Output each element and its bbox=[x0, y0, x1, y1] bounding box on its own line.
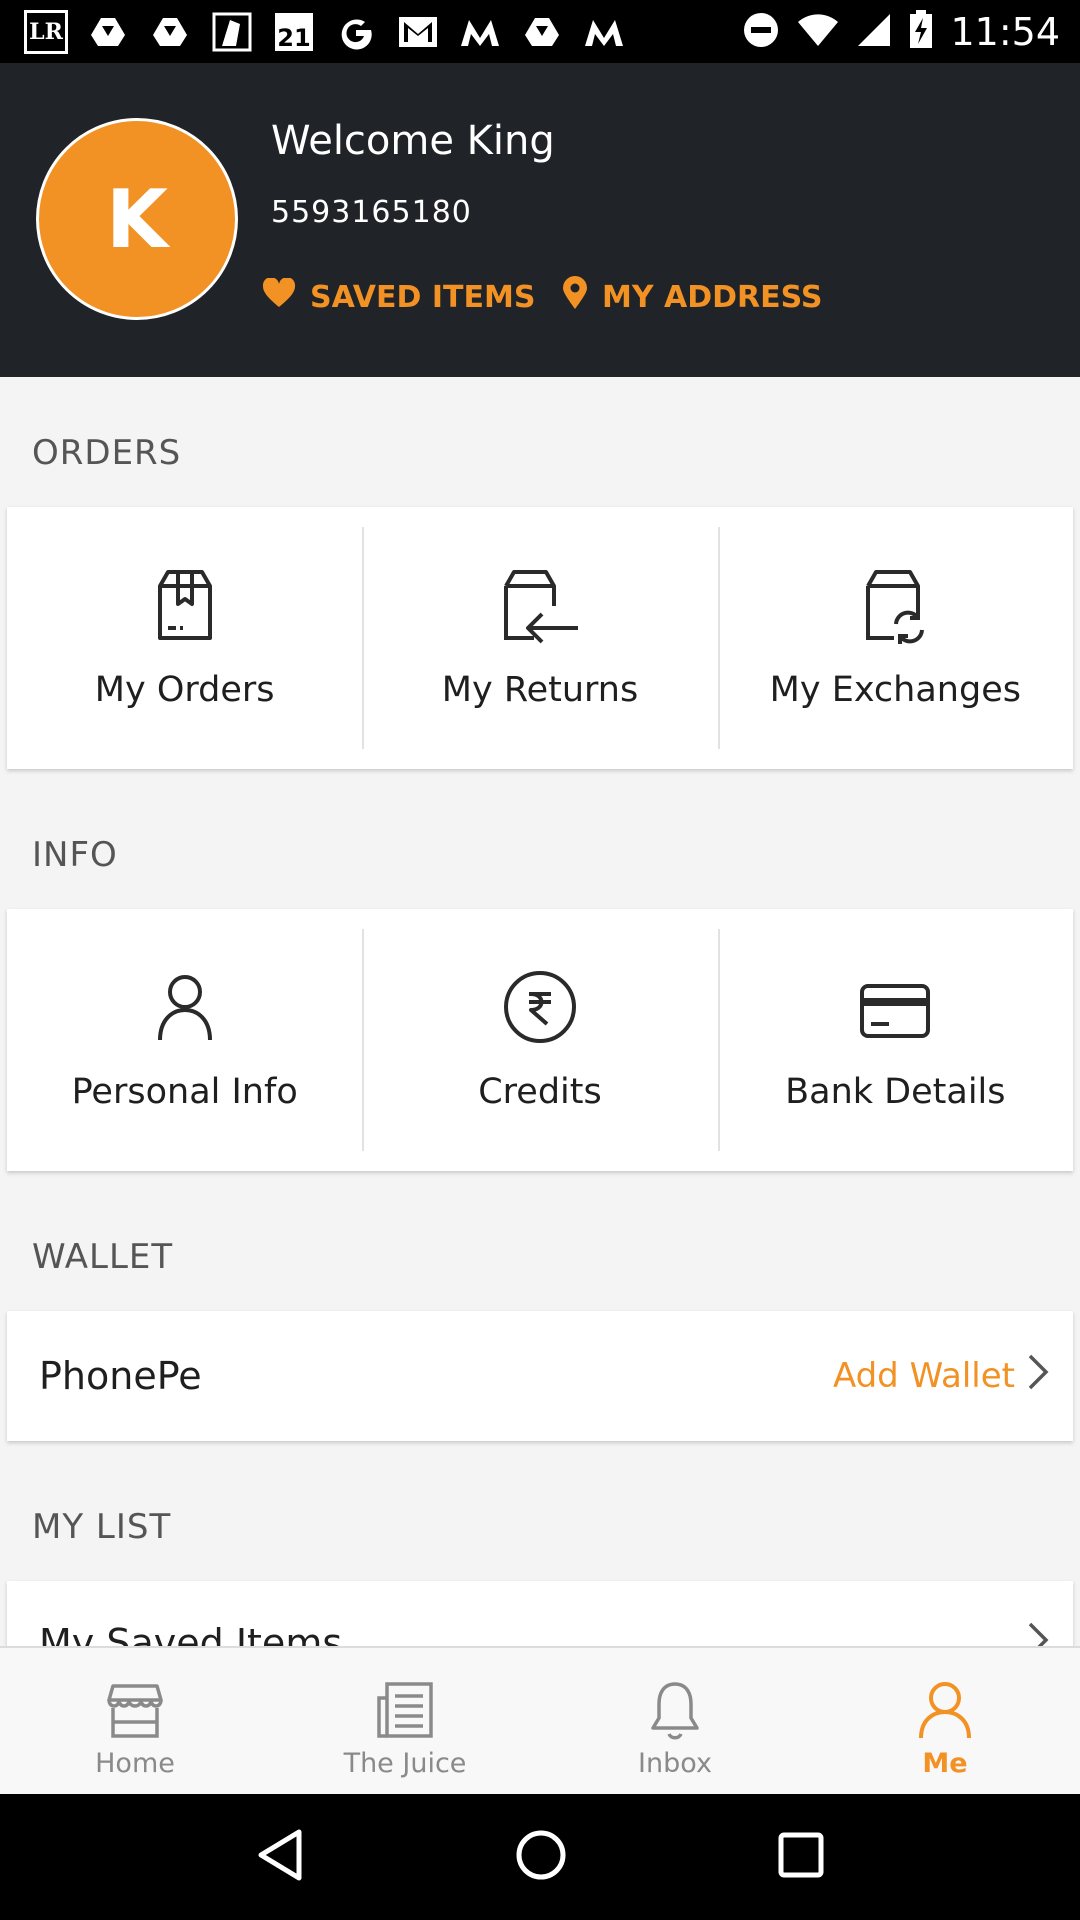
my-orders-button[interactable]: My Orders bbox=[7, 507, 362, 769]
profile-header: K Welcome King 5593165180 SAVED ITEMS MY… bbox=[0, 63, 1080, 377]
svg-text:21: 21 bbox=[277, 24, 310, 52]
nav-home-label: Home bbox=[95, 1748, 175, 1779]
user-icon bbox=[919, 1682, 971, 1739]
chevron-right-icon bbox=[1027, 1353, 1049, 1400]
wallet-name: PhonePe bbox=[39, 1354, 202, 1398]
info-card: Personal Info Credits Bank Details bbox=[7, 909, 1073, 1171]
back-icon[interactable] bbox=[255, 1828, 305, 1886]
return-box-icon bbox=[503, 570, 578, 644]
package-icon bbox=[157, 570, 212, 640]
system-navigation-bar bbox=[0, 1794, 1080, 1920]
saved-items-link[interactable]: SAVED ITEMS bbox=[262, 275, 535, 319]
clock: 11:54 bbox=[950, 10, 1060, 54]
my-address-label: MY ADDRESS bbox=[602, 279, 823, 315]
signal-icon bbox=[856, 12, 892, 52]
add-wallet-label: Add Wallet bbox=[832, 1356, 1015, 1396]
nav-me-label: Me bbox=[922, 1748, 968, 1779]
recents-icon[interactable] bbox=[777, 1831, 825, 1883]
dnd-icon bbox=[742, 11, 780, 53]
nav-the-juice-label: The Juice bbox=[343, 1748, 467, 1779]
home-circle-icon[interactable] bbox=[514, 1828, 568, 1886]
myntra-icon bbox=[458, 10, 502, 54]
my-exchanges-label: My Exchanges bbox=[769, 670, 1021, 710]
system-status: 11:54 bbox=[742, 8, 1060, 56]
bottom-navigation: Home The Juice Inbox Me bbox=[0, 1646, 1080, 1794]
drive-icon bbox=[520, 10, 564, 54]
my-orders-label: My Orders bbox=[94, 670, 275, 710]
notification-icons: LR 21 bbox=[24, 10, 626, 54]
hanuman-app-icon bbox=[210, 10, 254, 54]
wallet-card[interactable]: PhonePe Add Wallet bbox=[7, 1311, 1073, 1441]
store-icon bbox=[107, 1684, 163, 1738]
info-section-title: INFO bbox=[32, 835, 118, 875]
status-bar: LR 21 11:54 bbox=[0, 0, 1080, 63]
person-icon bbox=[157, 975, 212, 1041]
drive-icon bbox=[86, 10, 130, 54]
my-address-link[interactable]: MY ADDRESS bbox=[562, 275, 823, 319]
my-returns-label: My Returns bbox=[441, 670, 639, 710]
wallet-section-title: WALLET bbox=[32, 1237, 174, 1277]
credits-button[interactable]: Credits bbox=[362, 909, 717, 1171]
saved-items-label: SAVED ITEMS bbox=[310, 279, 536, 315]
gmail-icon bbox=[396, 10, 440, 54]
forever21-icon: 21 bbox=[272, 10, 316, 54]
personal-info-label: Personal Info bbox=[71, 1072, 298, 1112]
orders-section-title: ORDERS bbox=[32, 433, 182, 473]
news-icon bbox=[377, 1682, 433, 1738]
my-exchanges-button[interactable]: My Exchanges bbox=[717, 507, 1073, 769]
rupee-icon bbox=[503, 971, 576, 1043]
nav-inbox[interactable]: Inbox bbox=[540, 1648, 810, 1794]
nav-inbox-label: Inbox bbox=[638, 1748, 712, 1779]
welcome-text: Welcome King bbox=[271, 118, 555, 164]
battery-charging-icon bbox=[908, 10, 934, 54]
orders-card: My Orders My Returns My Exchanges bbox=[7, 507, 1073, 769]
bank-details-button[interactable]: Bank Details bbox=[717, 909, 1073, 1171]
drive-icon bbox=[148, 10, 192, 54]
lr-app-icon: LR bbox=[24, 10, 68, 54]
nav-home[interactable]: Home bbox=[0, 1648, 270, 1794]
personal-info-button[interactable]: Personal Info bbox=[7, 909, 362, 1171]
exchange-box-icon bbox=[866, 570, 925, 644]
location-pin-icon bbox=[562, 276, 588, 318]
phone-number: 5593165180 bbox=[271, 195, 472, 230]
wifi-icon bbox=[796, 12, 840, 52]
add-wallet-button[interactable]: Add Wallet bbox=[833, 1353, 1049, 1400]
bank-details-label: Bank Details bbox=[785, 1072, 1006, 1112]
heart-icon bbox=[262, 277, 296, 316]
bell-icon bbox=[651, 1682, 699, 1740]
google-icon bbox=[334, 10, 378, 54]
card-icon bbox=[860, 984, 931, 1038]
avatar[interactable]: K bbox=[36, 118, 238, 320]
my-returns-button[interactable]: My Returns bbox=[362, 507, 717, 769]
credits-label: Credits bbox=[478, 1072, 602, 1112]
nav-the-juice[interactable]: The Juice bbox=[270, 1648, 540, 1794]
mylist-section-title: MY LIST bbox=[32, 1507, 172, 1547]
myntra-icon bbox=[582, 10, 626, 54]
nav-me[interactable]: Me bbox=[810, 1648, 1080, 1794]
